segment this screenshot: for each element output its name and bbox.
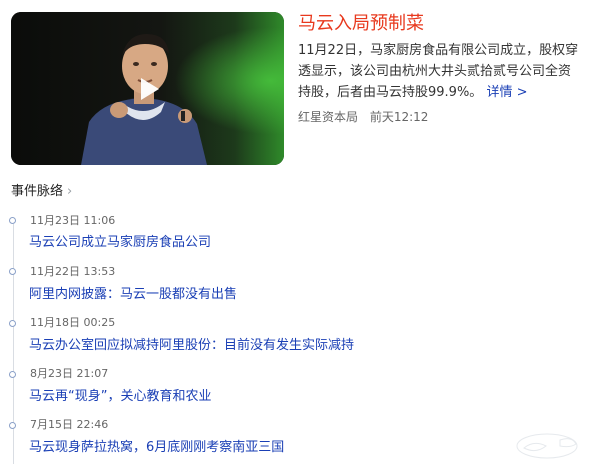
- event-time: 11月18日 00:25: [30, 316, 116, 329]
- timeline-dot: [9, 217, 16, 224]
- timeline-dot: [9, 320, 16, 327]
- timeline-dot: [9, 268, 16, 275]
- event-title[interactable]: 阿里内网披露：马云一股都没有出售: [29, 286, 237, 304]
- event-title[interactable]: 马云现身萨拉热窝，6月底刚刚考察南亚三国: [29, 439, 284, 457]
- event-title[interactable]: 马云再“现身”，关心教育和农业: [29, 388, 211, 406]
- event-title[interactable]: 马云公司成立马家厨房食品公司: [29, 234, 211, 252]
- timeline-dot: [9, 371, 16, 378]
- event-title[interactable]: 马云办公室回应拟减持阿里股份：目前没有发生实际减持: [29, 337, 354, 355]
- timeline-dot: [9, 422, 16, 429]
- event-timeline: 11月23日 11:06 马云公司成立马家厨房食品公司 11月22日 13:53…: [0, 0, 590, 466]
- event-time: 7月15日 22:46: [30, 418, 109, 431]
- watermark-logo: [512, 426, 582, 462]
- event-time: 8月23日 21:07: [30, 367, 109, 380]
- event-time: 11月23日 11:06: [30, 214, 116, 227]
- event-time: 11月22日 13:53: [30, 265, 116, 278]
